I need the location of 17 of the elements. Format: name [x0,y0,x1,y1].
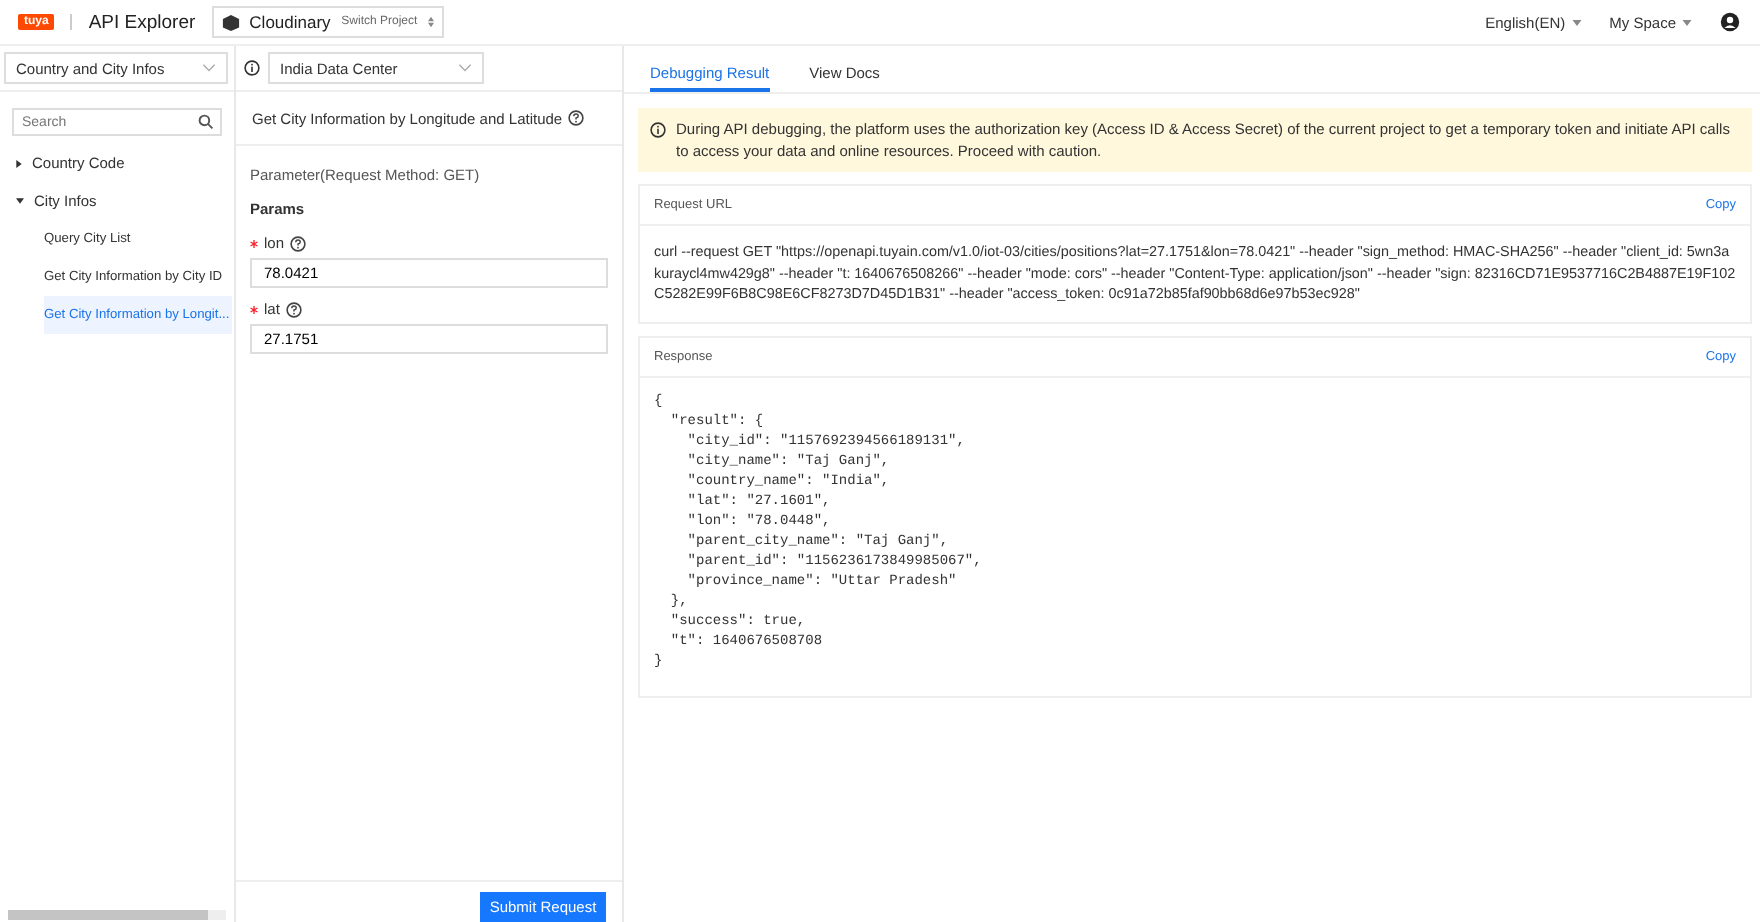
up-down-icon [427,16,434,28]
triangle-down-icon [16,198,24,204]
help-icon [568,110,585,126]
info-icon [244,60,260,76]
caret-icon [1682,19,1692,25]
help-icon [285,301,302,317]
info-icon [650,122,666,138]
box-icon [221,13,240,31]
help-icon [290,235,307,251]
user-icon[interactable] [1720,12,1740,32]
chevron-down-icon [458,64,472,72]
chevron-down-icon [202,64,216,72]
app-title: API Explorer [88,11,196,33]
search-icon [198,114,214,130]
triangle-right-icon [16,159,22,167]
caret-icon [1571,19,1582,25]
horizontal-scrollbar[interactable] [8,910,226,920]
